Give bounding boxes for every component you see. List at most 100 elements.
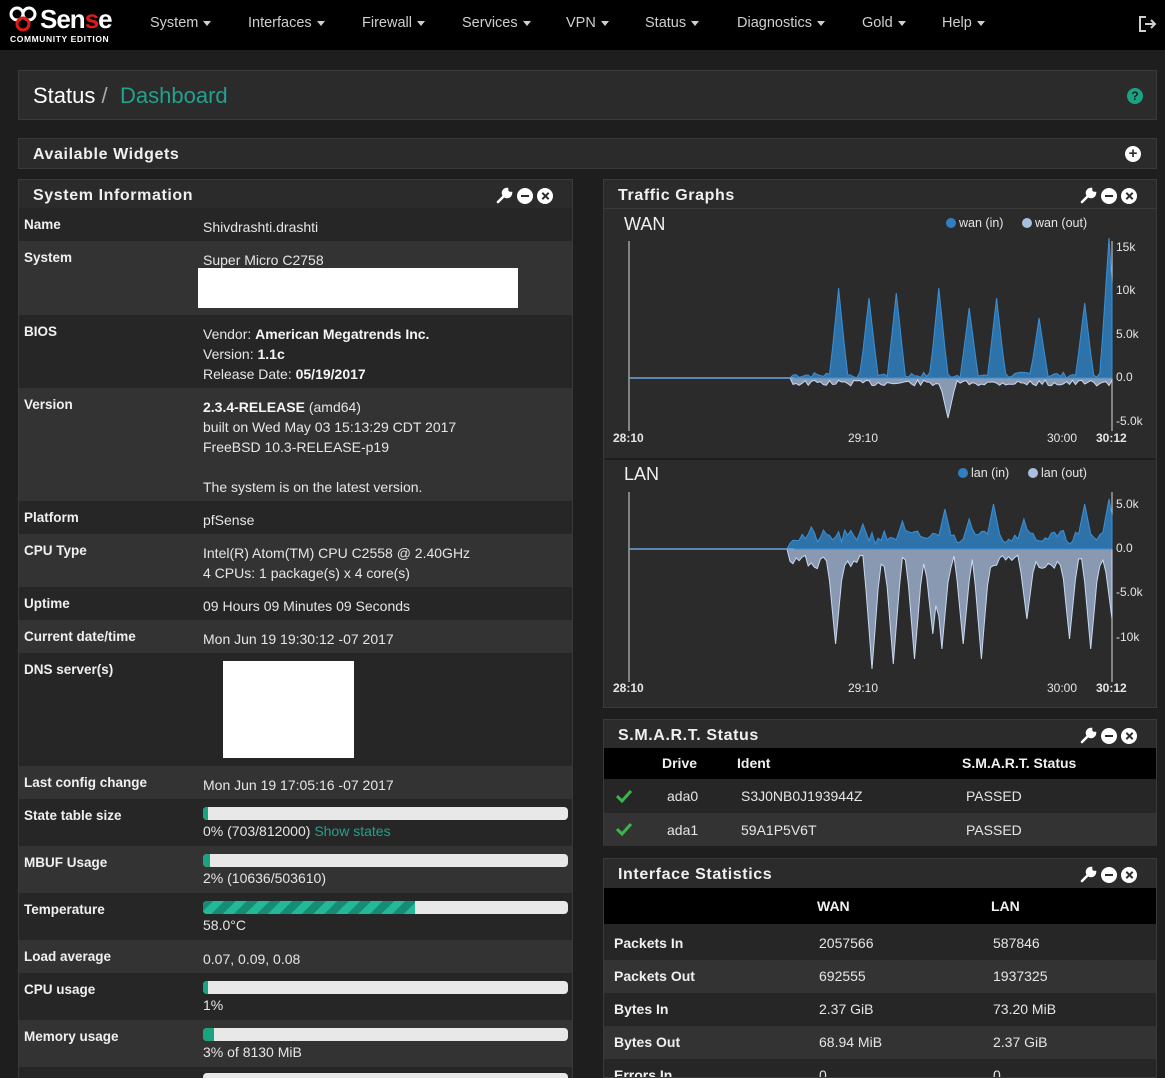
cpu-usage-text: 1% bbox=[203, 997, 224, 1013]
minimize-icon[interactable] bbox=[1101, 187, 1117, 204]
table-row: CPU usage 1% bbox=[19, 973, 572, 1020]
series-out-area bbox=[629, 548, 1113, 670]
wan-cell: 0 bbox=[819, 1067, 827, 1078]
close-icon[interactable] bbox=[1121, 727, 1137, 744]
table-row: Packets In 2057566 587846 bbox=[604, 924, 1156, 960]
state-table-progress bbox=[203, 807, 568, 820]
available-widgets-title[interactable]: Available Widgets bbox=[33, 146, 179, 164]
series-in-area bbox=[629, 237, 1113, 379]
expand-plus-icon[interactable]: + bbox=[1125, 146, 1141, 162]
row-label: Version bbox=[24, 397, 73, 412]
nav-vpn-menu[interactable]: VPN bbox=[566, 15, 609, 31]
hostname-value: Shivdrashti.drashti bbox=[203, 219, 319, 235]
show-states-link[interactable]: Show states bbox=[314, 823, 390, 839]
y-tick: -5.0k bbox=[1116, 585, 1143, 599]
logout-icon[interactable] bbox=[1138, 15, 1158, 33]
version-value: 2.3.4-RELEASE (amd64) built on Wed May 0… bbox=[203, 399, 457, 495]
memory-text: 3% of 8130 MiB bbox=[203, 1044, 302, 1060]
x-tick: 30:00 bbox=[1047, 681, 1078, 695]
nav-system-menu[interactable]: System bbox=[150, 15, 212, 31]
y-tick: 10k bbox=[1116, 283, 1136, 297]
wrench-icon[interactable] bbox=[1080, 187, 1097, 204]
row-label: Temperature bbox=[24, 902, 105, 917]
uptime-value: 09 Hours 09 Minutes 09 Seconds bbox=[203, 598, 411, 614]
minimize-icon[interactable] bbox=[1101, 727, 1117, 744]
wrench-icon[interactable] bbox=[1080, 727, 1097, 744]
nav-interfaces-menu[interactable]: Interfaces bbox=[248, 15, 325, 31]
update-status: The system is on the latest version. bbox=[203, 479, 423, 495]
system-info-table: Name Shivdrashti.drashti System Super Mi… bbox=[18, 208, 573, 1078]
table-header-row: Drive Ident S.M.A.R.T. Status bbox=[604, 748, 1156, 779]
table-row: Version 2.3.4-RELEASE (amd64) built on W… bbox=[19, 388, 572, 501]
close-icon[interactable] bbox=[537, 187, 553, 204]
interface-stats-header: Interface Statistics bbox=[603, 858, 1157, 889]
redacted-box bbox=[198, 268, 518, 308]
row-label: CPU Type bbox=[24, 543, 87, 558]
close-icon[interactable] bbox=[1121, 187, 1137, 204]
table-row: Current date/time Mon Jun 19 19:30:12 -0… bbox=[19, 620, 572, 653]
lan-cell: 73.20 MiB bbox=[993, 1001, 1057, 1017]
nav-gold-menu[interactable]: Gold bbox=[862, 15, 906, 31]
cpu-usage-progress bbox=[203, 981, 568, 994]
system-value: Super Micro C2758 bbox=[203, 252, 324, 268]
y-tick: 5.0k bbox=[1116, 497, 1139, 511]
nav-firewall-menu[interactable]: Firewall bbox=[362, 15, 425, 31]
logo-subtitle: COMMUNITY EDITION bbox=[10, 34, 110, 44]
breadcrumb-section[interactable]: Status / bbox=[33, 83, 108, 109]
y-tick: 5.0k bbox=[1116, 327, 1139, 341]
row-label: Name bbox=[24, 217, 61, 232]
nav-diagnostics-menu[interactable]: Diagnostics bbox=[737, 15, 825, 31]
ident-cell: 59A1P5V6T bbox=[741, 822, 817, 838]
y-tick: 0.0 bbox=[1116, 541, 1133, 555]
lan-cell: 1937325 bbox=[993, 968, 1048, 984]
pfsense-logo[interactable]: Sense COMMUNITY EDITION bbox=[8, 4, 123, 46]
x-tick: 29:10 bbox=[848, 681, 879, 695]
system-info-header: System Information bbox=[18, 179, 573, 209]
datetime-value: Mon Jun 19 19:30:12 -07 2017 bbox=[203, 631, 394, 647]
table-row: System Super Micro C2758 bbox=[19, 241, 572, 315]
interface-stats-title: Interface Statistics bbox=[618, 866, 773, 883]
table-row: BIOS Vendor: American Megatrends Inc. Ve… bbox=[19, 315, 572, 388]
nav-status-menu[interactable]: Status bbox=[645, 15, 700, 31]
wan-cell: 692555 bbox=[819, 968, 866, 984]
nav-help-menu[interactable]: Help bbox=[942, 15, 985, 31]
drive-cell: ada1 bbox=[667, 822, 699, 838]
wrench-icon[interactable] bbox=[496, 187, 513, 204]
page-title[interactable]: Dashboard bbox=[120, 83, 228, 109]
table-row bbox=[19, 1067, 572, 1078]
minimize-icon[interactable] bbox=[1101, 866, 1117, 883]
table-row: Load average 0.07, 0.09, 0.08 bbox=[19, 940, 572, 973]
wrench-icon[interactable] bbox=[1080, 866, 1097, 883]
series-out-area bbox=[629, 377, 1113, 419]
y-tick: -10k bbox=[1116, 630, 1140, 644]
nav-services-menu[interactable]: Services bbox=[462, 15, 531, 31]
column-header: WAN bbox=[817, 898, 850, 914]
wan-cell: 2.37 GiB bbox=[819, 1001, 874, 1017]
state-table-text: 0% (703/812000) Show states bbox=[203, 823, 391, 839]
table-row: Last config change Mon Jun 19 17:05:16 -… bbox=[19, 766, 572, 799]
table-row: Platform pfSense bbox=[19, 501, 572, 534]
row-label: Bytes In bbox=[614, 1001, 669, 1017]
system-info-title: System Information bbox=[33, 187, 194, 204]
status-cell: PASSED bbox=[966, 822, 1022, 838]
help-icon[interactable]: ? bbox=[1127, 88, 1143, 104]
platform-value: pfSense bbox=[203, 512, 255, 528]
check-icon bbox=[616, 822, 632, 836]
check-icon bbox=[616, 789, 632, 803]
close-icon[interactable] bbox=[1121, 866, 1137, 883]
bios-value: Vendor: American Megatrends Inc. Version… bbox=[203, 326, 430, 382]
column-header: Ident bbox=[737, 755, 771, 771]
available-widgets-panel: Available Widgets + bbox=[18, 138, 1157, 169]
lan-cell: 2.37 GiB bbox=[993, 1034, 1048, 1050]
row-label: CPU usage bbox=[24, 982, 96, 997]
last-config-value: Mon Jun 19 17:05:16 -07 2017 bbox=[203, 777, 394, 793]
y-tick: 15k bbox=[1116, 240, 1136, 254]
row-label: System bbox=[24, 250, 73, 265]
row-label: Bytes Out bbox=[614, 1034, 681, 1050]
logo-wordmark: Sense bbox=[40, 4, 113, 34]
series-in-area bbox=[629, 498, 1113, 550]
minimize-icon[interactable] bbox=[517, 187, 533, 204]
table-row: Errors In 0 0 bbox=[604, 1059, 1156, 1078]
column-header: LAN bbox=[991, 898, 1020, 914]
load-average-value: 0.07, 0.09, 0.08 bbox=[203, 951, 301, 967]
